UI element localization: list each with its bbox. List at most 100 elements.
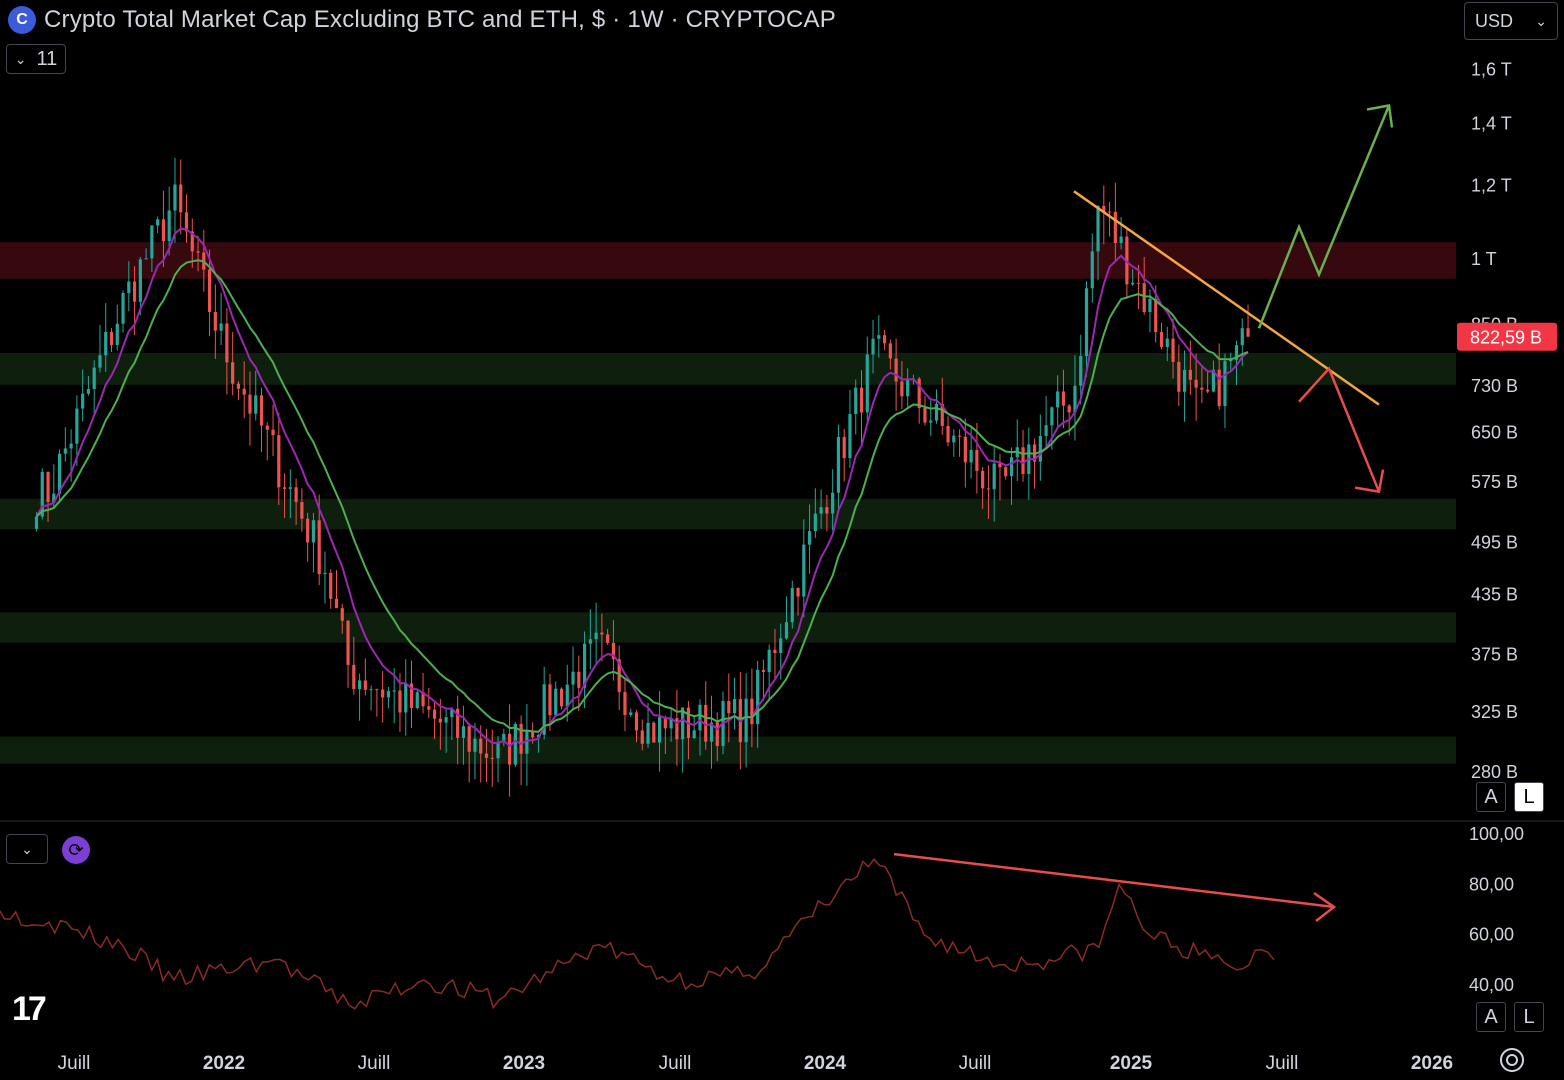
candle-body	[1159, 332, 1164, 348]
candle-body	[254, 395, 258, 414]
candle-body	[929, 420, 933, 423]
candle-body	[877, 335, 881, 339]
candle-body	[427, 706, 431, 710]
auto-scale-button[interactable]: A	[1476, 782, 1506, 812]
price-tick-label: 435 B	[1471, 584, 1518, 604]
resistance-zone-0	[0, 242, 1456, 279]
log-scale-button[interactable]: L	[1514, 782, 1544, 812]
candle-body	[34, 516, 39, 529]
price-tick-label: 1 T	[1471, 249, 1497, 269]
gear-icon[interactable]	[1500, 1048, 1524, 1072]
price-tick-label: 325 B	[1471, 702, 1518, 722]
candle-body	[248, 394, 252, 414]
chart-canvas[interactable]: 1,6 T1,4 T1,2 T1 T850 B730 B650 B575 B49…	[0, 0, 1564, 1080]
candle-body	[75, 408, 79, 444]
x-axis-label: 2023	[503, 1053, 545, 1074]
candle-body	[98, 355, 102, 368]
candle-body	[334, 598, 339, 609]
candle-body	[865, 354, 869, 413]
candle-body	[773, 649, 777, 654]
candle-body	[282, 487, 287, 489]
candle-body	[479, 738, 483, 754]
candle-body	[132, 281, 137, 302]
candle-body	[1131, 282, 1135, 285]
candle-body	[900, 381, 904, 397]
candle-body	[167, 210, 171, 242]
candle-body	[507, 733, 512, 765]
candle-body	[63, 448, 67, 454]
candle-body	[819, 507, 823, 514]
price-tick-label: 575 B	[1471, 472, 1518, 492]
candle-body	[600, 632, 604, 635]
candle-body	[519, 723, 523, 754]
candle-body	[1021, 447, 1025, 475]
candle-body	[444, 717, 448, 723]
last-price-label: 822,59 B	[1470, 328, 1542, 348]
rsi-collapse-button[interactable]: ⌄	[6, 834, 48, 864]
candle-body	[144, 258, 148, 260]
candle-body	[265, 425, 269, 430]
candle-body	[138, 259, 142, 302]
candle-body	[404, 683, 408, 713]
candle-body	[727, 701, 731, 714]
ema-slow-line	[35, 259, 1249, 733]
candle-body	[300, 502, 304, 519]
candle-body	[127, 281, 131, 293]
candle-body	[848, 414, 852, 459]
candle-body	[1067, 405, 1071, 413]
candle-body	[1240, 328, 1244, 346]
candle-body	[104, 332, 108, 356]
candle-body	[969, 449, 973, 463]
rsi-log-scale-button[interactable]: L	[1514, 1002, 1544, 1032]
candle-body	[323, 572, 327, 575]
price-tick-label: 1,2 T	[1471, 176, 1512, 196]
refresh-icon[interactable]: ⟳	[62, 836, 90, 864]
candle-body	[761, 669, 766, 673]
candle-body	[756, 669, 760, 725]
rsi-auto-scale-button[interactable]: A	[1476, 1002, 1506, 1032]
candle-body	[1217, 369, 1221, 407]
candle-body	[484, 753, 489, 758]
candle-body	[161, 219, 166, 242]
candle-body	[1084, 288, 1089, 357]
candle-body	[1136, 282, 1141, 284]
tradingview-logo-icon: 17	[12, 990, 47, 1028]
candle-body	[461, 726, 466, 738]
candle-body	[571, 671, 575, 685]
candle-body	[346, 620, 350, 665]
candle-body	[577, 671, 581, 688]
candle-body	[179, 184, 183, 213]
candle-body	[173, 184, 177, 211]
candle-body	[986, 488, 991, 490]
bearish-projection-arrow	[1298, 366, 1381, 493]
candle-body	[207, 269, 212, 312]
candle-body	[121, 292, 125, 324]
candle-body	[473, 738, 477, 752]
candle-body	[963, 436, 967, 463]
candle-body	[796, 588, 800, 597]
candle-body	[1079, 356, 1083, 386]
candle-body	[692, 730, 696, 738]
candle-body	[1171, 338, 1175, 362]
candle-body	[825, 507, 829, 514]
candle-body	[923, 408, 927, 423]
candle-body	[779, 638, 783, 654]
candle-body	[767, 649, 771, 673]
candle-body	[236, 383, 241, 389]
candle-body	[415, 692, 419, 709]
candle-body	[294, 487, 298, 503]
candle-body	[1050, 407, 1054, 426]
bearish-arrowhead	[1354, 469, 1385, 494]
candle-body	[652, 722, 656, 743]
candle-body	[634, 712, 639, 731]
candle-body	[196, 251, 200, 253]
candle-body	[92, 367, 96, 390]
candle-body	[906, 379, 910, 397]
candle-body	[1142, 283, 1146, 313]
x-axis-label: 2025	[1110, 1053, 1153, 1074]
candle-body	[150, 225, 154, 259]
price-tick-label: 495 B	[1471, 532, 1518, 552]
candle-body	[156, 219, 160, 226]
candle-body	[1182, 369, 1187, 392]
candle-body	[1004, 467, 1008, 477]
